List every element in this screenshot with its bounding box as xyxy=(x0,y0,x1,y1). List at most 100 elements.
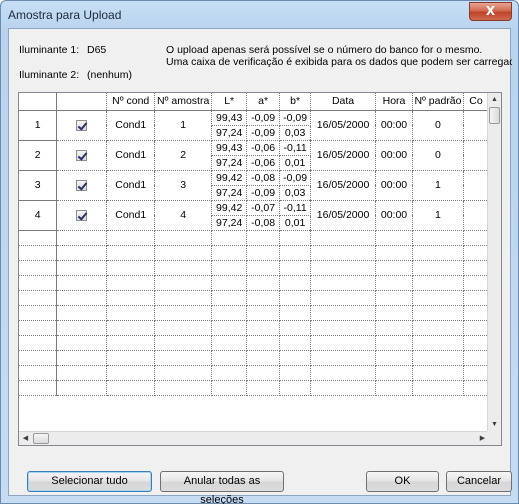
empty-cell xyxy=(375,260,413,276)
upload-message-line1: O upload apenas será possível se o númer… xyxy=(166,44,483,56)
sample-number-cell: 2 xyxy=(154,140,213,171)
illuminant1-label: Iluminante 1: xyxy=(19,44,80,56)
empty-cell xyxy=(412,245,464,261)
empty-cell xyxy=(375,380,413,396)
L-value-cell: 99,43 xyxy=(211,140,248,156)
time-cell: 00:00 xyxy=(375,110,413,141)
upload-checkbox[interactable] xyxy=(76,179,88,191)
empty-cell xyxy=(19,230,58,246)
standard-number-cell: 1 xyxy=(412,170,464,201)
empty-cell xyxy=(375,305,413,321)
empty-cell xyxy=(246,365,281,381)
upload-checkbox-cell xyxy=(56,140,108,171)
column-header[interactable]: a* xyxy=(246,93,281,111)
column-header[interactable]: Nº cond xyxy=(106,93,156,111)
b-value-cell: -0,11 xyxy=(279,140,312,156)
sample-number-cell: 4 xyxy=(154,200,213,231)
row-number: 2 xyxy=(19,140,58,171)
vertical-scroll-thumb[interactable] xyxy=(489,107,500,124)
empty-cell xyxy=(246,275,281,291)
column-header[interactable]: L* xyxy=(211,93,248,111)
upload-checkbox[interactable] xyxy=(76,149,88,161)
empty-cell xyxy=(412,260,464,276)
horizontal-scrollbar[interactable]: ◀ ▶ xyxy=(19,431,489,445)
date-cell: 16/05/2000 xyxy=(310,200,377,231)
sample-number-cell: 3 xyxy=(154,170,213,201)
column-header[interactable] xyxy=(19,93,58,111)
empty-cell xyxy=(412,335,464,351)
empty-cell xyxy=(310,320,377,336)
clear-all-selections-button[interactable]: Anular todas as seleções xyxy=(160,471,284,504)
vertical-scrollbar[interactable]: ▲ ▼ xyxy=(487,93,501,431)
empty-cell xyxy=(106,260,156,276)
empty-cell xyxy=(246,350,281,366)
empty-cell xyxy=(19,335,58,351)
table-row[interactable]: 1 Cond1 1 99,43 -0,09 -0,09 16/05/2000 00:00 0 xyxy=(19,110,489,141)
table-row[interactable] xyxy=(19,290,489,306)
upload-checkbox-cell xyxy=(56,200,108,231)
empty-cell xyxy=(463,365,489,381)
ok-button[interactable]: OK xyxy=(366,471,439,492)
b-value-cell: -0,09 xyxy=(279,170,312,186)
cancel-button[interactable]: Cancelar xyxy=(446,471,512,492)
empty-cell xyxy=(463,275,489,291)
sample-table: Nº cond Nº amostra L* a* b* Data Hora Nº padrão… xyxy=(19,93,489,396)
table-row[interactable]: 4 Cond1 4 99,42 -0,07 -0,11 16/05/2000 00:00 1 xyxy=(19,200,489,231)
column-header[interactable]: Hora xyxy=(375,93,413,111)
scroll-up-icon[interactable]: ▲ xyxy=(488,93,501,106)
empty-cell xyxy=(19,260,58,276)
column-header[interactable]: Data xyxy=(310,93,377,111)
scroll-down-icon[interactable]: ▼ xyxy=(488,418,501,431)
table-row[interactable]: 2 Cond1 2 99,43 -0,06 -0,11 16/05/2000 00:00 0 xyxy=(19,140,489,171)
upload-checkbox[interactable] xyxy=(76,119,88,131)
empty-cell xyxy=(154,275,213,291)
empty-cell xyxy=(246,335,281,351)
empty-cell xyxy=(375,365,413,381)
horizontal-scroll-thumb[interactable] xyxy=(33,433,49,444)
empty-cell xyxy=(412,305,464,321)
empty-cell xyxy=(279,365,312,381)
row-number: 3 xyxy=(19,170,58,201)
scroll-left-icon[interactable]: ◀ xyxy=(19,432,32,445)
table-row[interactable] xyxy=(19,365,489,381)
column-header[interactable]: b* xyxy=(279,93,312,111)
column-header[interactable]: Nº padrão xyxy=(412,93,464,111)
table-row[interactable] xyxy=(19,245,489,261)
table-row[interactable] xyxy=(19,380,489,396)
empty-cell xyxy=(56,365,108,381)
standard-number-cell: 0 xyxy=(412,110,464,141)
empty-cell xyxy=(279,320,312,336)
empty-cell xyxy=(106,365,156,381)
column-header[interactable]: Co xyxy=(463,93,489,111)
table-row[interactable] xyxy=(19,320,489,336)
b-value-cell: 0,03 xyxy=(279,125,312,141)
empty-cell xyxy=(310,275,377,291)
empty-cell xyxy=(412,380,464,396)
table-row[interactable] xyxy=(19,350,489,366)
column-header[interactable]: Nº amostra xyxy=(154,93,213,111)
upload-checkbox[interactable] xyxy=(76,209,88,221)
empty-cell xyxy=(211,275,248,291)
close-button[interactable]: X xyxy=(469,2,512,21)
empty-cell xyxy=(211,380,248,396)
empty-cell xyxy=(279,245,312,261)
table-row[interactable] xyxy=(19,335,489,351)
table-row[interactable] xyxy=(19,275,489,291)
empty-cell xyxy=(310,245,377,261)
a-value-cell: -0,08 xyxy=(246,170,281,186)
empty-cell xyxy=(106,350,156,366)
table-row[interactable] xyxy=(19,260,489,276)
table-row[interactable]: 3 Cond1 3 99,42 -0,08 -0,09 16/05/2000 00:00 1 xyxy=(19,170,489,201)
table-row[interactable] xyxy=(19,305,489,321)
empty-cell xyxy=(463,380,489,396)
empty-cell xyxy=(310,230,377,246)
illuminant2-value: (nenhum) xyxy=(87,69,132,81)
table-row[interactable] xyxy=(19,230,489,246)
empty-cell xyxy=(211,305,248,321)
title-bar[interactable]: Amostra para Upload X xyxy=(1,1,518,29)
column-header[interactable] xyxy=(56,93,108,111)
empty-cell xyxy=(211,290,248,306)
select-all-button[interactable]: Selecionar tudo xyxy=(27,471,152,492)
empty-cell xyxy=(279,290,312,306)
cond-cell: Cond1 xyxy=(106,140,156,171)
